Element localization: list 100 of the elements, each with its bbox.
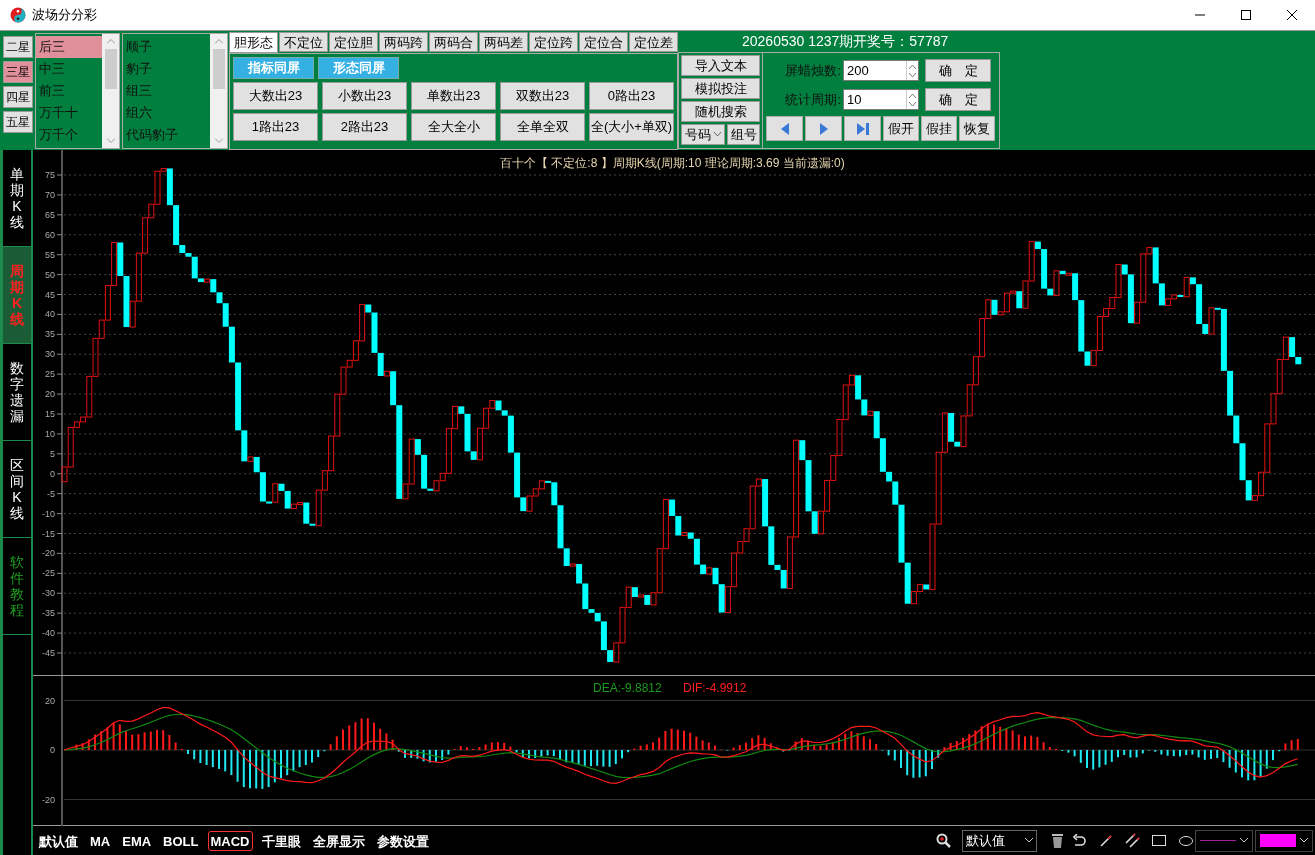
axis-label: 55 bbox=[45, 249, 55, 260]
list-item[interactable]: 顺子 bbox=[123, 36, 210, 58]
list-item[interactable]: 后三 bbox=[36, 36, 102, 58]
undo-icon[interactable] bbox=[1073, 834, 1086, 847]
axis-label: 70 bbox=[45, 189, 55, 200]
axis-label: -20 bbox=[42, 794, 55, 805]
axis-label: 50 bbox=[45, 269, 55, 280]
number-spinner[interactable]: 200 bbox=[843, 60, 919, 81]
action-button[interactable]: 导入文本 bbox=[681, 55, 760, 76]
axis-label: 45 bbox=[45, 289, 55, 300]
star-level-button[interactable]: 四星 bbox=[3, 86, 33, 108]
action-button[interactable]: 随机搜索 bbox=[681, 101, 760, 122]
tab[interactable]: 定位胆 bbox=[329, 32, 378, 52]
preset-dropdown[interactable]: 默认值 bbox=[962, 829, 1037, 852]
axis-label: 40 bbox=[45, 309, 55, 320]
axis-label: -5 bbox=[47, 488, 55, 499]
action-button[interactable]: 模拟投注 bbox=[681, 78, 760, 99]
rectangle-icon[interactable] bbox=[1152, 835, 1166, 846]
indicator-tab[interactable]: MACD bbox=[207, 830, 253, 851]
axis-label: 0 bbox=[50, 745, 55, 755]
indicator-tab[interactable]: EMA bbox=[119, 830, 155, 851]
confirm-button[interactable]: 确 定 bbox=[925, 59, 991, 82]
axis-label: 75 bbox=[45, 170, 55, 180]
spinner-arrows-icon[interactable] bbox=[909, 63, 916, 78]
list-item[interactable]: 万千个 bbox=[36, 124, 102, 146]
pattern-button[interactable]: 2路出23 bbox=[322, 113, 407, 141]
chevron-down-icon bbox=[1025, 838, 1033, 843]
tab[interactable]: 定位合 bbox=[579, 32, 628, 52]
parallel-lines-icon[interactable] bbox=[1125, 833, 1140, 848]
color-dropdown[interactable] bbox=[1255, 829, 1313, 852]
axis-label: 10 bbox=[45, 428, 55, 439]
list-item[interactable]: 组六 bbox=[123, 102, 210, 124]
next-button[interactable] bbox=[805, 116, 842, 141]
tab[interactable]: 两码差 bbox=[479, 32, 528, 52]
axis-label: 20 bbox=[45, 695, 55, 706]
tab[interactable]: 定位差 bbox=[629, 32, 678, 52]
number-dropdown[interactable]: 号码 bbox=[681, 124, 725, 145]
group-button[interactable]: 组号 bbox=[727, 124, 760, 145]
indicator-tab[interactable]: 默认值 bbox=[36, 830, 81, 851]
maximize-icon bbox=[1241, 10, 1251, 20]
indicator-tab[interactable]: MA bbox=[87, 830, 114, 851]
axis-label: -35 bbox=[42, 608, 55, 619]
pattern-button[interactable]: 全单全双 bbox=[500, 113, 585, 141]
pattern-button[interactable]: 0路出23 bbox=[589, 82, 674, 110]
tab[interactable]: 不定位 bbox=[279, 32, 328, 52]
previous-button[interactable] bbox=[766, 116, 803, 141]
chevron-down-icon bbox=[1300, 838, 1308, 843]
star-level-button[interactable]: 五星 bbox=[3, 111, 33, 133]
pattern-button[interactable]: 全大全小 bbox=[411, 113, 496, 141]
number-spinner[interactable]: 10 bbox=[843, 89, 919, 110]
tab[interactable]: 两码合 bbox=[429, 32, 478, 52]
trash-icon[interactable] bbox=[1052, 833, 1063, 848]
tab[interactable]: 定位跨 bbox=[529, 32, 578, 52]
triangle-right-icon bbox=[818, 122, 829, 135]
color-swatch bbox=[1260, 834, 1296, 847]
skip-to-end-button[interactable] bbox=[844, 116, 881, 141]
axis-label: 60 bbox=[45, 229, 55, 240]
axis-label: -40 bbox=[42, 628, 55, 639]
star-level-button[interactable]: 三星 bbox=[3, 61, 33, 83]
axis-label: -20 bbox=[42, 548, 55, 559]
pattern-button[interactable]: 1路出23 bbox=[233, 113, 318, 141]
indicator-tab[interactable]: 参数设置 bbox=[373, 830, 432, 851]
draw-result-text: 20260530 1237期开奖号：57787 bbox=[742, 32, 949, 51]
list-item[interactable]: 中三 bbox=[36, 58, 102, 80]
axis-label: 30 bbox=[45, 349, 55, 360]
star-level-button[interactable]: 二星 bbox=[3, 36, 33, 58]
pen-line-icon[interactable] bbox=[1100, 834, 1112, 847]
axis-label: 15 bbox=[45, 409, 55, 419]
chart-title: 百十个【 不定位:8 】周期K线(周期:10 理论周期:3.69 当前遗漏:0) bbox=[500, 155, 845, 172]
pattern-button[interactable]: 双数出23 bbox=[500, 82, 585, 110]
axis-label: -30 bbox=[42, 588, 55, 599]
pattern-button[interactable]: 全(大小+单双) bbox=[589, 113, 674, 141]
bet-button[interactable]: 假挂 bbox=[921, 116, 957, 141]
pattern-button[interactable]: 小数出23 bbox=[322, 82, 407, 110]
tab[interactable]: 两码跨 bbox=[379, 32, 428, 52]
pattern-button[interactable]: 大数出23 bbox=[233, 82, 318, 110]
bet-button[interactable]: 恢复 bbox=[959, 116, 995, 141]
axis-label: -15 bbox=[42, 528, 55, 539]
bet-button[interactable]: 假开 bbox=[883, 116, 919, 141]
indicator-tab[interactable]: 全屏显示 bbox=[309, 830, 368, 851]
axis-label: 0 bbox=[50, 468, 55, 479]
list-item[interactable]: 前三 bbox=[36, 80, 102, 102]
list-item[interactable]: 万千十 bbox=[36, 102, 102, 124]
dif-value: DIF:-4.9912 bbox=[683, 680, 747, 697]
app-logo-icon bbox=[10, 7, 26, 23]
list-item[interactable]: 代码豹子 bbox=[123, 124, 210, 146]
ellipse-icon[interactable] bbox=[1179, 835, 1193, 846]
list-item[interactable]: 豹子 bbox=[123, 58, 210, 80]
indicator-tab[interactable]: 千里眼 bbox=[258, 830, 304, 851]
confirm-button[interactable]: 确 定 bbox=[925, 88, 991, 111]
axis-label: 5 bbox=[50, 448, 55, 459]
triangle-left-icon bbox=[779, 122, 790, 135]
pattern-button[interactable]: 单数出23 bbox=[411, 82, 496, 110]
search-icon[interactable] bbox=[936, 832, 951, 849]
axis-label: -10 bbox=[42, 508, 55, 519]
axis-label: 20 bbox=[45, 389, 55, 400]
list-item[interactable]: 组三 bbox=[123, 80, 210, 102]
spinner-arrows-icon[interactable] bbox=[909, 92, 916, 107]
indicator-tab[interactable]: BOLL bbox=[160, 830, 202, 851]
tab[interactable]: 胆形态 bbox=[229, 32, 278, 53]
